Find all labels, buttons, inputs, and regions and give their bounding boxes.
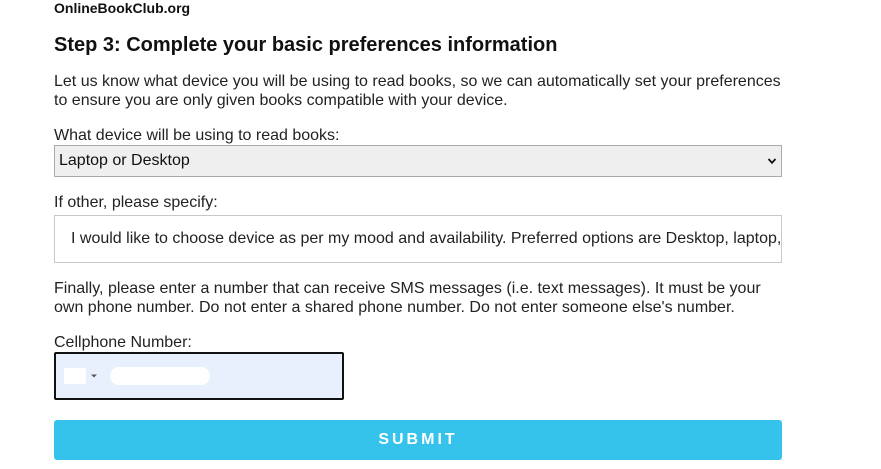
registration-page: OnlineBookClub.org Step 3: Complete your… [0,0,881,469]
intro-text: Let us know what device you will be usin… [54,73,781,109]
device-select[interactable]: Laptop or Desktop [54,145,782,177]
page-title: Step 3: Complete your basic preferences … [54,34,558,56]
other-device-input[interactable]: I would like to choose device as per my … [54,215,782,263]
submit-button[interactable]: SUBMIT [54,420,782,460]
other-device-label: If other, please specify: [54,194,218,211]
caret-down-icon[interactable] [90,372,98,380]
other-device-value: I would like to choose device as per my … [71,230,782,247]
phone-number-value [110,367,210,385]
chevron-down-icon [767,158,777,165]
device-label: What device will be using to read books: [54,127,340,144]
site-name[interactable]: OnlineBookClub.org [54,0,190,16]
phone-label: Cellphone Number: [54,334,192,351]
country-flag-icon[interactable] [64,368,86,384]
sms-instructions: Finally, please enter a number that can … [54,280,761,316]
phone-input[interactable] [54,352,344,400]
device-select-value: Laptop or Desktop [59,152,190,169]
